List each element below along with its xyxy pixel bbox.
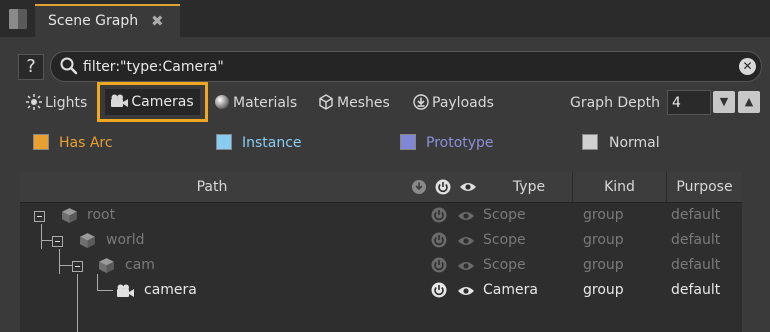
tab-title: Scene Graph	[48, 13, 139, 29]
table-row[interactable]: root Scope group default	[20, 203, 742, 228]
visibility-toggle-icon[interactable]	[457, 260, 475, 272]
header-visibility-icon[interactable]	[459, 181, 477, 193]
material-sphere-icon	[215, 95, 229, 109]
scope-cube-icon	[99, 258, 114, 273]
filter-materials-label: Materials	[233, 95, 298, 111]
column-header-path[interactable]: Path	[20, 172, 404, 202]
prim-kind: group	[583, 207, 624, 223]
active-toggle-icon[interactable]	[431, 232, 447, 248]
panel-grip-icon[interactable]	[9, 9, 27, 29]
collapse-toggle-icon[interactable]	[72, 261, 83, 272]
filter-payloads-label: Payloads	[432, 95, 494, 111]
filter-payloads-button[interactable]: Payloads	[413, 90, 494, 116]
prim-type: Scope	[483, 257, 526, 273]
search-icon	[60, 57, 78, 75]
visibility-toggle-icon[interactable]	[457, 285, 475, 297]
scope-cube-icon	[62, 208, 77, 223]
prim-name: camera	[144, 282, 197, 298]
graph-depth-field[interactable]	[667, 90, 711, 115]
filter-meshes-button[interactable]: Meshes	[318, 90, 390, 116]
column-header-purpose[interactable]: Purpose	[667, 172, 742, 202]
filter-cameras-highlight: Cameras	[97, 82, 208, 122]
legend-normal-label: Normal	[609, 135, 660, 151]
scope-cube-icon	[80, 233, 95, 248]
tab-close-icon[interactable]: ✖	[151, 12, 164, 30]
table-row[interactable]: camera Camera group default	[20, 278, 742, 303]
prim-purpose: default	[671, 257, 721, 273]
filter-meshes-label: Meshes	[337, 95, 390, 111]
prim-name: cam	[125, 257, 155, 273]
prim-name: world	[106, 232, 145, 248]
active-toggle-icon[interactable]	[431, 257, 447, 273]
active-toggle-icon[interactable]	[431, 282, 447, 298]
active-toggle-icon[interactable]	[431, 207, 447, 223]
prim-name: root	[87, 207, 116, 223]
header-active-icon[interactable]	[435, 179, 451, 195]
depth-increment-icon[interactable]: ▲	[738, 91, 760, 113]
visibility-toggle-icon[interactable]	[457, 235, 475, 247]
light-icon	[26, 94, 42, 110]
clear-search-icon[interactable]: ✕	[739, 58, 756, 75]
collapse-toggle-icon[interactable]	[52, 236, 63, 247]
table-row[interactable]: world Scope group default	[20, 228, 742, 253]
table-scrollbar[interactable]	[742, 172, 770, 332]
table-header: Path Type Kind Purpose	[20, 172, 742, 203]
camera-icon	[117, 284, 134, 297]
camera-icon	[111, 94, 129, 107]
scene-graph-table: Path Type Kind Purpose root Scope group …	[20, 172, 742, 332]
visibility-toggle-icon[interactable]	[457, 210, 475, 222]
column-header-type[interactable]: Type	[486, 172, 572, 202]
column-header-kind[interactable]: Kind	[573, 172, 666, 202]
legend-has-arc-label: Has Arc	[59, 135, 113, 151]
filter-lights-button[interactable]: Lights	[26, 90, 87, 116]
prim-type: Camera	[483, 282, 538, 298]
prim-purpose: default	[671, 207, 721, 223]
filter-cameras-label: Cameras	[131, 94, 194, 110]
tab-strip: Scene Graph ✖	[0, 0, 770, 37]
search-box: ✕	[50, 51, 762, 82]
collapse-toggle-icon[interactable]	[34, 211, 45, 222]
depth-decrement-icon[interactable]: ▼	[713, 91, 735, 113]
legend-normal-swatch	[582, 134, 598, 150]
payload-icon	[413, 94, 429, 110]
prim-type: Scope	[483, 232, 526, 248]
prim-type: Scope	[483, 207, 526, 223]
legend-has-arc-swatch	[33, 134, 49, 150]
prim-purpose: default	[671, 282, 721, 298]
legend-instance-label: Instance	[242, 135, 302, 151]
graph-depth-label: Graph Depth	[570, 95, 661, 111]
header-payload-icon[interactable]	[411, 179, 427, 195]
help-button[interactable]: ?	[18, 54, 44, 80]
filter-materials-button[interactable]: Materials	[214, 90, 297, 116]
legend-prototype-label: Prototype	[426, 135, 494, 151]
prim-kind: group	[583, 282, 624, 298]
prim-kind: group	[583, 232, 624, 248]
table-row[interactable]: cam Scope group default	[20, 253, 742, 278]
filter-lights-label: Lights	[45, 95, 88, 111]
mesh-icon	[319, 94, 333, 110]
prim-purpose: default	[671, 232, 721, 248]
filter-cameras-button[interactable]: Cameras	[105, 89, 200, 115]
legend-prototype-swatch	[400, 134, 416, 150]
legend-instance-swatch	[216, 134, 232, 150]
prim-kind: group	[583, 257, 624, 273]
search-input[interactable]	[83, 52, 723, 81]
tab-scene-graph[interactable]: Scene Graph ✖	[35, 4, 180, 37]
